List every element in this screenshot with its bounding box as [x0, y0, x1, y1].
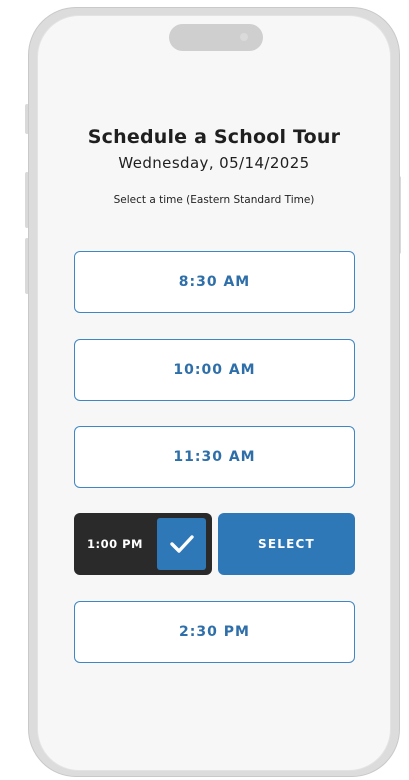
time-slot-label: 11:30 AM	[173, 449, 256, 465]
time-slot-button[interactable]: 8:30 AM	[74, 251, 355, 313]
time-slot-label: 1:00 PM	[87, 537, 143, 551]
time-slot-label: 8:30 AM	[178, 274, 251, 290]
page-title: Schedule a School Tour	[87, 126, 341, 148]
time-instruction: Select a time (Eastern Standard Time)	[113, 194, 315, 206]
select-button[interactable]: SELECT	[218, 513, 355, 575]
camera-dot	[240, 33, 248, 41]
selected-time-slot[interactable]: 1:00 PM	[74, 513, 212, 575]
time-slot-button[interactable]: 10:00 AM	[74, 339, 355, 401]
time-slot-button[interactable]: 11:30 AM	[74, 426, 355, 488]
time-slot-button[interactable]: 2:30 PM	[74, 601, 355, 663]
selected-date: Wednesday, 05/14/2025	[118, 154, 310, 172]
dynamic-island	[169, 24, 263, 51]
time-slot-label: 10:00 AM	[173, 362, 256, 378]
select-button-label: SELECT	[258, 537, 315, 551]
time-slot-label: 2:30 PM	[179, 624, 250, 640]
phone-mockup: Schedule a School Tour Wednesday, 05/14/…	[0, 0, 409, 780]
checkmark-icon	[157, 518, 206, 570]
